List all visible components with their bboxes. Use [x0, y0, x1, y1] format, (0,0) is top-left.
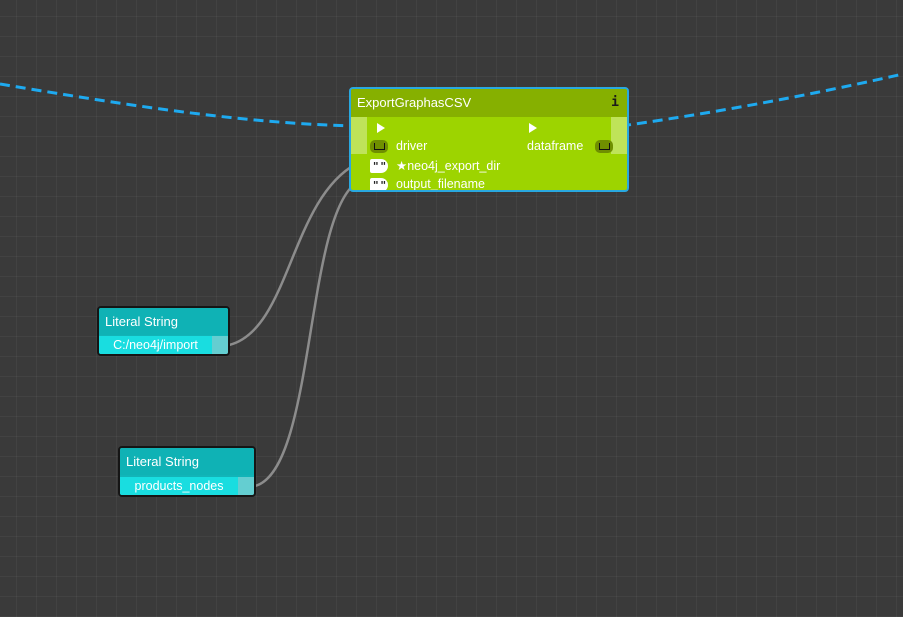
literal-value-field[interactable]: C:/neo4j/import — [99, 336, 212, 354]
string-wire-export-dir[interactable] — [228, 162, 357, 347]
output-pin[interactable] — [212, 336, 228, 354]
node-title: ExportGraphasCSV — [357, 95, 472, 110]
literal-string-node-2[interactable]: Literal String products_nodes — [118, 446, 256, 497]
output-pin[interactable] — [238, 477, 254, 495]
graph-canvas[interactable]: ExportGraphasCSV i driver " " ★neo4j_exp… — [0, 0, 903, 617]
string-pin-icon[interactable]: " " — [370, 159, 388, 173]
literal-string-node-1[interactable]: Literal String C:/neo4j/import — [97, 306, 230, 356]
input-label-output-filename: output_filename — [396, 177, 485, 191]
list-pin-icon[interactable] — [595, 140, 613, 153]
output-pin-strip — [611, 117, 627, 154]
input-pin-strip — [351, 117, 367, 154]
exec-wire-in[interactable] — [0, 82, 366, 128]
node-title: Literal String — [99, 308, 228, 335]
list-pin-icon[interactable] — [370, 140, 388, 153]
node-header[interactable]: ExportGraphasCSV i — [351, 89, 627, 117]
info-icon[interactable]: i — [611, 89, 619, 117]
string-pin-icon[interactable]: " " — [370, 178, 388, 190]
node-title: Literal String — [120, 448, 254, 475]
exec-wire-out[interactable] — [620, 72, 903, 128]
output-label-dataframe: dataframe — [527, 139, 584, 153]
input-label-driver: driver — [396, 139, 428, 153]
node-body: driver " " ★neo4j_export_dir " " output_… — [351, 117, 627, 191]
input-label-neo4j-export-dir: ★neo4j_export_dir — [396, 159, 501, 173]
exec-in-pin-icon[interactable] — [377, 123, 385, 133]
export-graph-as-csv-node[interactable]: ExportGraphasCSV i driver " " ★neo4j_exp… — [349, 87, 629, 192]
literal-value-field[interactable]: products_nodes — [120, 477, 238, 495]
exec-out-pin-icon[interactable] — [529, 123, 537, 133]
